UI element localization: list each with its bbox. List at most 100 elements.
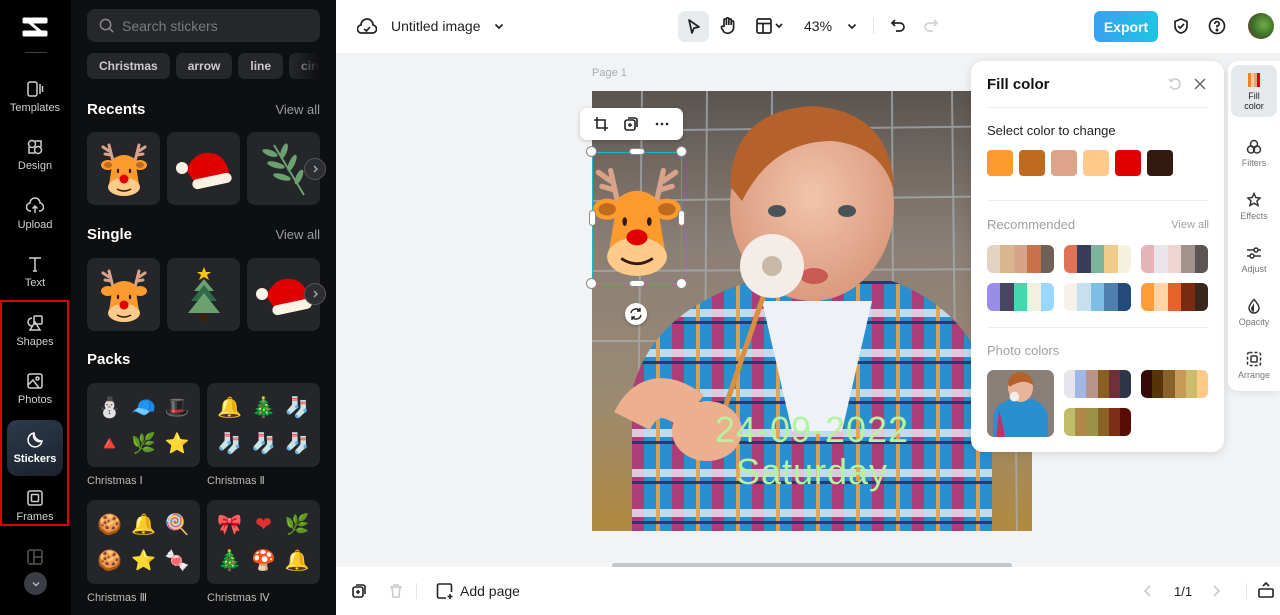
rrail-effects[interactable]: Effects [1231,180,1277,232]
resize-handle-bottom-right[interactable] [676,278,687,289]
photo-color-palette[interactable] [1064,370,1131,398]
palette-color [1108,408,1120,436]
color-swatch[interactable] [1083,150,1109,176]
arrange-icon [1246,351,1262,366]
templates-icon [27,81,44,97]
pack-christmas-1[interactable]: ⛄ 🧢 🎩 🔺 🌿 ⭐ [87,383,200,467]
chip-arrow[interactable]: arrow [175,53,233,79]
photo-color-palette[interactable] [1064,408,1131,436]
pack-sticker: ❤ [255,513,272,536]
recommended-view-all-link[interactable]: View all [1171,219,1209,231]
recommended-palette[interactable] [1064,245,1131,273]
hand-tool-button[interactable] [716,14,740,38]
recommended-palette[interactable] [987,245,1054,273]
rrail-adjust[interactable]: Adjust [1231,233,1277,285]
single-view-all-link[interactable]: View all [275,227,320,242]
rail-item-text[interactable]: Text [7,244,63,300]
rail-item-design[interactable]: Design [7,127,63,183]
selected-sticker[interactable] [592,152,682,284]
resize-handle-top-left[interactable] [586,146,597,157]
color-swatch[interactable] [1051,150,1077,176]
rrail-label: Opacity [1238,316,1270,327]
color-swatch[interactable] [1115,150,1141,176]
undo-button[interactable] [887,15,909,37]
photo-color-palette[interactable] [1141,370,1208,398]
sticker-christmas-tree[interactable] [167,258,240,331]
recommended-palette[interactable] [1064,283,1131,311]
palette-color [1040,245,1054,273]
pack-christmas-3[interactable]: 🍪 🔔 🍭 🍪 ⭐ 🍬 [87,500,200,584]
pack-christmas-2[interactable]: 🔔 🎄 🧦 🧦 🧦 🧦 [207,383,320,467]
recommended-palette[interactable] [1141,283,1208,311]
recommended-palette[interactable] [987,283,1054,311]
next-page-button[interactable] [1210,584,1222,598]
recents-view-all-link[interactable]: View all [275,102,320,117]
crop-button[interactable] [593,116,609,132]
expand-pages-button[interactable] [1257,581,1275,599]
duplicate-page-button[interactable] [351,583,367,599]
previous-page-button[interactable] [1142,584,1154,598]
photo-colors-thumbnail[interactable] [987,370,1054,437]
rail-item-upload[interactable]: Upload [7,186,63,242]
user-avatar[interactable] [1248,13,1274,39]
palette-color [1181,245,1195,273]
palette-color [1167,283,1182,311]
recents-next-button[interactable] [304,158,326,180]
layout-menu-button[interactable] [754,14,790,38]
close-button[interactable] [1192,76,1208,97]
palette-color [1119,370,1131,398]
resize-handle-bottom[interactable] [629,280,645,287]
color-swatch[interactable] [1147,150,1173,176]
reset-button[interactable] [1167,76,1183,97]
palette-color [1086,370,1098,398]
chip-circle[interactable]: circle [289,53,320,79]
add-page-button[interactable]: Add page [436,582,520,600]
chip-line[interactable]: line [238,53,284,79]
color-swatch[interactable] [1019,150,1045,176]
cloud-saved-icon[interactable] [356,16,378,38]
rail-item-templates[interactable]: Templates [7,69,63,125]
security-button[interactable] [1170,15,1192,37]
day-text[interactable]: Saturday [592,451,1032,493]
search-box[interactable] [87,9,320,42]
resize-handle-top-right[interactable] [676,146,687,157]
delete-page-button[interactable] [388,583,404,599]
palette-color [1075,408,1087,436]
rrail-arrange[interactable]: Arrange [1231,339,1277,391]
title-menu-chevron-icon[interactable] [491,18,507,34]
palette-color [1097,370,1109,398]
pack-christmas-4[interactable]: 🎀 ❤ 🌿 🎄 🍄 🔔 [207,500,320,584]
pack-sticker: 🧢 [131,396,156,419]
document-title[interactable]: Untitled image [391,18,481,34]
zoom-level-dropdown[interactable]: 43% [804,14,864,38]
rrail-filters[interactable]: Filters [1231,127,1277,179]
pack-sticker: 🎄 [217,549,243,572]
select-tool-button[interactable] [678,11,709,42]
search-input[interactable] [122,17,312,34]
help-icon [1208,17,1226,35]
resize-handle-bottom-left[interactable] [586,278,597,289]
rail-more-button[interactable] [24,572,47,595]
rrail-fill-color[interactable]: Fill color [1231,65,1277,117]
more-options-button[interactable] [654,116,670,132]
rrail-opacity[interactable]: Opacity [1231,286,1277,338]
help-button[interactable] [1206,15,1228,37]
single-next-button[interactable] [304,283,326,305]
sticker-reindeer[interactable] [87,132,160,205]
resize-handle-top[interactable] [629,148,645,155]
redo-button[interactable] [920,15,942,37]
sticker-santa-hat[interactable] [167,132,240,205]
sticker-reindeer[interactable] [87,258,160,331]
select-color-label: Select color to change [987,123,1116,138]
capcut-logo-icon[interactable] [21,15,49,39]
color-swatch[interactable] [987,150,1013,176]
recommended-palette[interactable] [1141,245,1208,273]
date-text[interactable]: 24-09-2022 [592,409,1032,451]
resize-handle-right[interactable] [678,210,685,226]
rotate-handle[interactable] [625,303,647,325]
duplicate-button[interactable] [623,116,639,132]
resize-handle-left[interactable] [589,210,596,226]
chip-christmas[interactable]: Christmas [87,53,170,79]
export-button[interactable]: Export [1094,11,1158,42]
crop-icon [594,117,609,131]
